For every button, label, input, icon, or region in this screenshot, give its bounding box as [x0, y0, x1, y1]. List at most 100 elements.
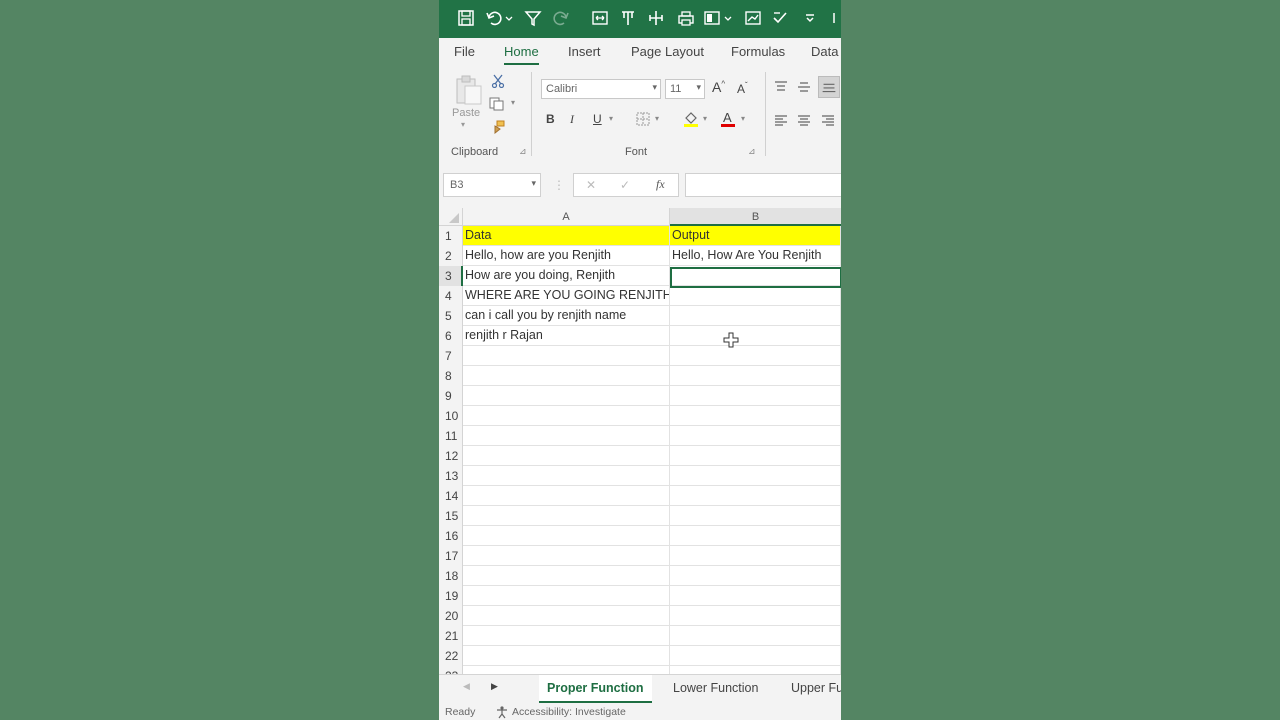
cell-a[interactable] — [463, 386, 670, 406]
merge-cells-icon[interactable] — [590, 8, 610, 28]
tab-insert[interactable]: Insert — [568, 44, 601, 59]
cell-b[interactable] — [670, 466, 841, 486]
cut-icon[interactable] — [491, 74, 505, 89]
cell-a[interactable] — [463, 646, 670, 666]
font-launcher-icon[interactable]: ⊿ — [748, 146, 756, 157]
cell-a[interactable] — [463, 566, 670, 586]
tab-file[interactable]: File — [454, 44, 475, 59]
scroll-tabs-left-icon[interactable]: ◀ — [463, 681, 470, 692]
row-header[interactable]: 22 — [439, 646, 463, 666]
row-header[interactable]: 17 — [439, 546, 463, 566]
name-box[interactable]: B3 ▾ — [443, 173, 541, 197]
fill-color-icon[interactable] — [683, 110, 699, 128]
paste-dropdown-icon[interactable]: ▾ — [461, 120, 465, 129]
freeze-panes-icon[interactable] — [618, 8, 638, 28]
paste-label[interactable]: Paste — [452, 107, 480, 119]
cell-a[interactable] — [463, 446, 670, 466]
row-header[interactable]: 6 — [439, 326, 463, 346]
customize-toolbar-icon[interactable] — [800, 8, 820, 28]
cell-b[interactable] — [670, 646, 841, 666]
save-icon[interactable] — [456, 8, 476, 28]
italic-button[interactable]: I — [570, 112, 574, 127]
sheet-tab-upper-function[interactable]: Upper Fu — [783, 675, 841, 701]
enter-icon[interactable]: ✓ — [620, 178, 630, 192]
cell-a[interactable]: renjith r Rajan — [463, 326, 670, 346]
form-dropdown-icon[interactable] — [723, 8, 733, 28]
tab-formulas[interactable]: Formulas — [731, 44, 785, 59]
decrease-font-size-button[interactable]: Aˇ — [737, 81, 748, 96]
cell-b[interactable] — [670, 506, 841, 526]
paste-icon[interactable] — [453, 74, 483, 106]
cell-a[interactable] — [463, 506, 670, 526]
row-header[interactable]: 3 — [439, 266, 463, 286]
print-icon[interactable] — [676, 8, 696, 28]
column-header-b[interactable]: B — [670, 208, 841, 226]
cell-b[interactable] — [670, 546, 841, 566]
align-right-icon[interactable] — [821, 114, 835, 126]
bold-button[interactable]: B — [546, 112, 555, 126]
window-control-icon[interactable] — [831, 8, 841, 28]
cell-b[interactable] — [670, 406, 841, 426]
cell-b[interactable] — [670, 566, 841, 586]
cell-a[interactable] — [463, 366, 670, 386]
cell-a[interactable]: Hello, how are you Renjith — [463, 246, 670, 266]
row-header[interactable]: 23 — [439, 666, 463, 674]
increase-font-size-button[interactable]: A^ — [712, 79, 725, 95]
middle-align-icon[interactable] — [797, 80, 811, 92]
row-header[interactable]: 5 — [439, 306, 463, 326]
cell-a[interactable] — [463, 586, 670, 606]
insert-column-icon[interactable] — [646, 8, 666, 28]
row-header[interactable]: 12 — [439, 446, 463, 466]
form-icon[interactable] — [702, 8, 722, 28]
underline-button[interactable]: U — [593, 112, 602, 126]
row-header[interactable]: 21 — [439, 626, 463, 646]
row-header[interactable]: 10 — [439, 406, 463, 426]
row-header[interactable]: 11 — [439, 426, 463, 446]
cell-b[interactable] — [670, 286, 841, 306]
align-left-icon[interactable] — [774, 114, 788, 126]
cell-a[interactable]: How are you doing, Renjith — [463, 266, 670, 286]
cell-b[interactable] — [670, 386, 841, 406]
bottom-align-icon[interactable] — [818, 76, 840, 98]
clipboard-launcher-icon[interactable]: ⊿ — [519, 146, 527, 157]
row-header[interactable]: 18 — [439, 566, 463, 586]
row-header[interactable]: 14 — [439, 486, 463, 506]
cell-b[interactable] — [670, 346, 841, 366]
selected-cell-b3[interactable] — [670, 267, 841, 288]
tab-data[interactable]: Data — [811, 44, 838, 59]
font-color-button[interactable]: A — [720, 110, 736, 128]
row-header[interactable]: 15 — [439, 506, 463, 526]
sheet-tab-proper-function[interactable]: Proper Function — [539, 675, 652, 703]
cell-b[interactable]: Output — [670, 226, 841, 246]
spelling-icon[interactable] — [770, 8, 790, 28]
redo-icon[interactable] — [551, 8, 571, 28]
font-size-combo[interactable]: 11 ▾ — [665, 79, 705, 99]
cell-a[interactable] — [463, 406, 670, 426]
cell-b[interactable] — [670, 366, 841, 386]
column-header-a[interactable]: A — [463, 208, 670, 226]
cell-a[interactable] — [463, 426, 670, 446]
row-header[interactable]: 4 — [439, 286, 463, 306]
cell-a[interactable]: WHERE ARE YOU GOING RENJITH — [463, 286, 670, 306]
cell-b[interactable] — [670, 586, 841, 606]
filter-icon[interactable] — [523, 8, 543, 28]
cell-a[interactable] — [463, 666, 670, 674]
cell-b[interactable] — [670, 326, 841, 346]
row-header[interactable]: 7 — [439, 346, 463, 366]
cell-b[interactable] — [670, 426, 841, 446]
tab-page-layout[interactable]: Page Layout — [631, 44, 704, 59]
status-accessibility[interactable]: Accessibility: Investigate — [512, 704, 626, 720]
row-header[interactable]: 19 — [439, 586, 463, 606]
cell-b[interactable] — [670, 606, 841, 626]
select-all-corner[interactable] — [439, 208, 463, 226]
cell-a[interactable]: can i call you by renjith name — [463, 306, 670, 326]
cell-a[interactable]: Data — [463, 226, 670, 246]
chart-icon[interactable] — [743, 8, 763, 28]
cell-b[interactable]: Hello, How Are You Renjith — [670, 246, 841, 266]
undo-icon[interactable] — [484, 8, 504, 28]
fill-color-dropdown-icon[interactable]: ▾ — [703, 114, 707, 123]
underline-dropdown-icon[interactable]: ▾ — [609, 114, 613, 123]
worksheet-grid[interactable]: A B 1 Data Output 2 Hello, how are you Renji… — [439, 208, 841, 674]
tab-home[interactable]: Home — [504, 44, 539, 65]
cell-a[interactable] — [463, 626, 670, 646]
